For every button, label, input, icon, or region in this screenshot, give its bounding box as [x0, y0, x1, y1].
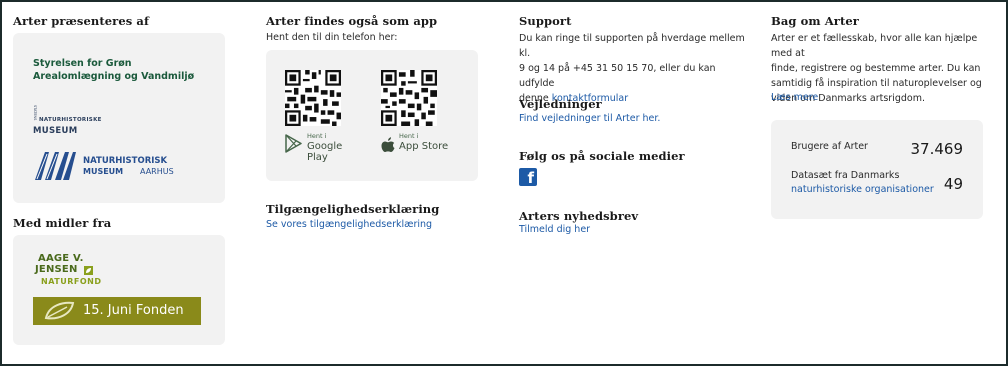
nhm-line1: NATURHISTORISKE — [39, 117, 102, 123]
support-line1: Du kan ringe til supporten på hverdage m… — [519, 33, 745, 59]
leaf-icon — [44, 301, 75, 320]
about-line3: samtidig få inspiration til naturoplevel… — [771, 78, 982, 89]
read-more-link[interactable]: Læs mere — [771, 92, 818, 103]
presenters-heading: Arter præsenteres af — [13, 14, 150, 28]
nmaa-logo[interactable]: NATURHISTORISK MUSEUM AARHUS — [33, 151, 183, 181]
funders-heading: Med midler fra — [13, 216, 112, 230]
aage-jensen-logo[interactable]: AAGE V. JENSEN NATURFOND — [33, 253, 113, 293]
styrelsen-line2: Arealomlægning og Vandmiljø — [33, 71, 195, 82]
aage-line3: NATURFOND — [41, 277, 102, 286]
support-line2: 9 og 14 på +45 31 50 15 70, eller du kan… — [519, 63, 716, 89]
google-play-small-text: Hent i — [307, 132, 327, 140]
datasets-link[interactable]: naturhistoriske organisationer — [791, 184, 934, 195]
nhm-stack-text: STATENS — [33, 105, 37, 121]
nmaa-line1: NATURHISTORISK — [83, 156, 168, 166]
app-store-qr-code[interactable] — [381, 70, 437, 126]
about-line1: Arter er et fællesskab, hvor alle kan hj… — [771, 33, 978, 59]
google-play-link[interactable]: Hent i Google Play — [285, 132, 365, 163]
datasets-value: 49 — [943, 175, 963, 193]
app-store-link[interactable]: Hent i App Store — [381, 132, 461, 158]
nmaa-line3: AARHUS — [140, 167, 174, 176]
facebook-icon[interactable]: f — [519, 168, 537, 187]
nmaa-line2: MUSEUM — [83, 167, 124, 176]
users-label: Brugere af Arter — [791, 141, 868, 152]
google-play-name: Google Play — [307, 141, 343, 163]
juni-fonden-label: 15. Juni Fonden — [83, 303, 184, 318]
google-play-icon — [285, 134, 302, 153]
aage-line1: AAGE V. — [38, 253, 84, 264]
about-heading: Bag om Arter — [771, 14, 859, 28]
users-value: 37.469 — [910, 140, 964, 158]
stats-card: Brugere af Arter 37.469 Datasæt fra Danm… — [771, 120, 983, 219]
facebook-glyph: f — [527, 169, 534, 187]
apple-icon — [381, 137, 395, 152]
app-store-name: App Store — [399, 141, 449, 152]
accessibility-heading: Tilgængelighedserklæring — [266, 202, 440, 216]
social-heading: Følg os på sociale medier — [519, 149, 685, 163]
footer-frame: Arter præsenteres af Styrelsen for Grøn … — [0, 0, 1008, 366]
presenters-card: Styrelsen for Grøn Arealomlægning og Van… — [13, 33, 225, 203]
styrelsen-line1: Styrelsen for Grøn — [33, 58, 132, 69]
app-store-small-text: Hent i — [399, 132, 419, 140]
support-text: Du kan ringe til supporten på hverdage m… — [519, 31, 749, 106]
app-download-card: Hent i Google Play Hent i App Store — [266, 50, 478, 181]
support-heading: Support — [519, 14, 572, 28]
about-line2: finde, registrere og bestemme arter. Du … — [771, 63, 981, 74]
newsletter-link[interactable]: Tilmeld dig her — [519, 224, 739, 235]
nhm-logo[interactable]: STATENS NATURHISTORISKE MUSEUM — [33, 105, 113, 136]
app-heading: Arter findes også som app — [266, 14, 438, 28]
styrelsen-logo[interactable]: Styrelsen for Grøn Arealomlægning og Van… — [33, 57, 194, 83]
accessibility-link[interactable]: Se vores tilgængelighedserklæring — [266, 219, 486, 230]
aage-leaf-icon — [84, 266, 93, 275]
app-subtitle: Hent den til din telefon her: — [266, 32, 398, 43]
datasets-label: Datasæt fra Danmarks — [791, 170, 900, 181]
nhm-line2: MUSEUM — [33, 126, 78, 136]
guides-heading: Vejledninger — [519, 97, 602, 111]
google-play-qr-code[interactable] — [285, 70, 341, 126]
aage-line2: JENSEN — [35, 264, 78, 275]
nmaa-mark-icon — [35, 152, 76, 180]
guides-link[interactable]: Find vejledninger til Arter her. — [519, 113, 739, 124]
newsletter-heading: Arters nyhedsbrev — [519, 209, 639, 223]
juni-fonden-logo[interactable]: 15. Juni Fonden — [33, 297, 201, 325]
funders-card: AAGE V. JENSEN NATURFOND 15. Juni Fonden — [13, 235, 225, 345]
